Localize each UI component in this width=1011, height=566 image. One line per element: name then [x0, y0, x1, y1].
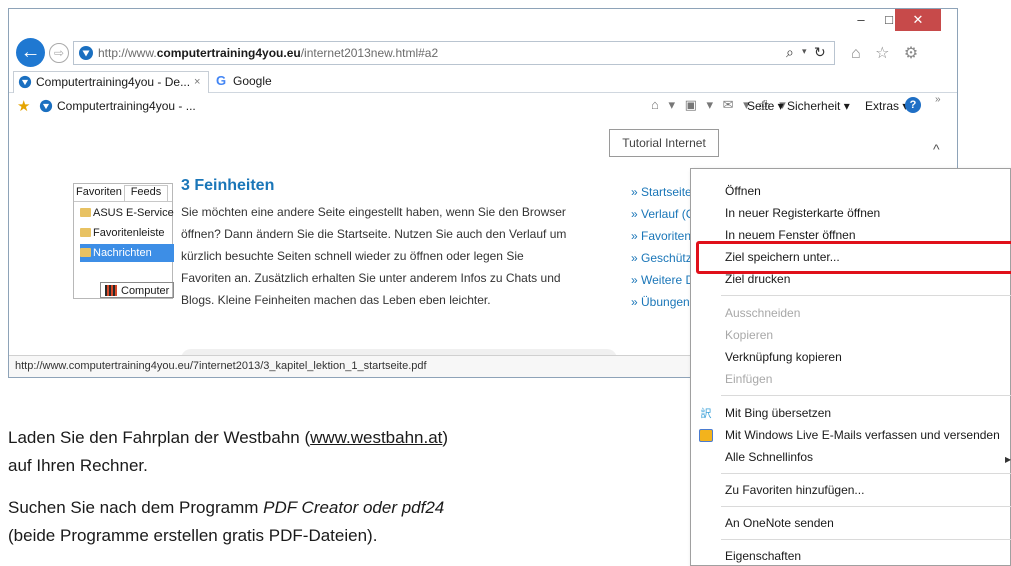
- site-favicon-icon: [18, 75, 32, 89]
- menu-separator: [721, 473, 1011, 474]
- side-links: » Startseite » Verlauf (C » Favoriten » …: [631, 181, 694, 313]
- more-commands-icon[interactable]: »: [935, 94, 941, 105]
- menu-item-copy-shortcut[interactable]: Verknüpfung kopieren: [725, 350, 842, 364]
- site-shield-icon: [79, 46, 93, 60]
- tooltip: Tutorial Internet: [609, 129, 719, 157]
- tab-close-icon[interactable]: ×: [194, 72, 200, 92]
- menu-item-send-to-onenote[interactable]: An OneNote senden: [725, 516, 834, 530]
- tab-label: Computertraining4you - De...: [36, 75, 191, 89]
- back-button[interactable]: ←: [16, 38, 45, 67]
- seite-menu[interactable]: Seite ▾: [747, 99, 784, 113]
- bing-translate-icon: 訳: [700, 408, 712, 420]
- favorites-star-icon[interactable]: ★: [17, 97, 30, 115]
- minimize-button[interactable]: –: [847, 9, 875, 31]
- menu-item-bing-translate[interactable]: Mit Bing übersetzen: [725, 406, 831, 420]
- folder-icon: [80, 248, 91, 257]
- close-button[interactable]: ✕: [895, 9, 941, 31]
- westbahn-link[interactable]: www.westbahn.at: [310, 428, 442, 447]
- side-link[interactable]: » Favoriten: [631, 225, 694, 247]
- menu-item-open-new-tab[interactable]: In neuer Registerkarte öffnen: [725, 206, 880, 220]
- highlight-box: [696, 241, 1011, 274]
- favorites-panel-tab: Favoriten: [76, 186, 122, 198]
- address-url[interactable]: http://www.computertraining4you.eu/inter…: [98, 46, 438, 60]
- tab-label: Google: [233, 74, 272, 88]
- tab-computertraining[interactable]: Computertraining4you - De... ×: [13, 71, 209, 93]
- folder-icon: [80, 208, 91, 217]
- scroll-up-icon[interactable]: ^: [933, 141, 940, 157]
- menu-item-copy: Kopieren: [725, 328, 774, 342]
- menu-item-open[interactable]: Öffnen: [725, 184, 761, 198]
- side-link[interactable]: » Weitere D: [631, 269, 694, 291]
- tab-bar: Computertraining4you - De... × G Google: [9, 69, 957, 93]
- address-bar[interactable]: http://www.computertraining4you.eu/inter…: [73, 41, 835, 65]
- menu-item-print-target[interactable]: Ziel drucken: [725, 272, 790, 286]
- menu-item-all-accelerators[interactable]: Alle Schnellinfos: [725, 450, 813, 464]
- home-favorites-settings-icons[interactable]: ⌂ ☆ ⚙: [851, 43, 923, 63]
- google-icon: G: [216, 73, 227, 88]
- title-bar: – □ ✕: [9, 9, 957, 37]
- menu-separator: [721, 506, 1011, 507]
- instruction-line-1: Laden Sie den Fahrplan der Westbahn (www…: [8, 428, 449, 447]
- side-link[interactable]: » Übungen: [631, 291, 694, 313]
- address-dropdown-icon[interactable]: ▾: [802, 46, 807, 57]
- favorites-panel-image: Favoriten Feeds ASUS E-Service Favoriten…: [73, 183, 174, 299]
- help-icon[interactable]: ?: [905, 97, 921, 113]
- favorites-panel-tabs: Favoriten Feeds: [74, 184, 172, 202]
- menu-item-properties[interactable]: Eigenschaften: [725, 549, 801, 563]
- tab-google[interactable]: G Google: [211, 71, 331, 93]
- menu-item-cut: Ausschneiden: [725, 306, 801, 320]
- menu-item-windows-live-mail[interactable]: Mit Windows Live E-Mails verfassen und v…: [725, 428, 1000, 442]
- context-menu: Öffnen In neuer Registerkarte öffnen In …: [690, 168, 1011, 566]
- side-link[interactable]: » Startseite: [631, 181, 694, 203]
- instruction-line-4: (beide Programme erstellen gratis PDF-Da…: [8, 526, 378, 545]
- menu-separator: [721, 539, 1011, 540]
- section-title: 3 Feinheiten: [181, 177, 275, 194]
- extras-menu[interactable]: Extras ▾: [865, 99, 908, 113]
- favorites-bar: ★ Computertraining4you - ... ⌂ ▾ ▣ ▾ ✉ ▾…: [9, 94, 957, 118]
- menu-separator: [721, 395, 1011, 396]
- favorites-folder-selected: Nachrichten: [80, 244, 174, 262]
- favorites-pdf-item: Computer: [100, 282, 174, 298]
- side-link[interactable]: » Geschütz: [631, 247, 694, 269]
- side-link[interactable]: » Verlauf (C: [631, 203, 694, 225]
- submenu-arrow-icon: ▶: [1005, 455, 1011, 464]
- forward-button[interactable]: ⇨: [49, 43, 69, 63]
- windows-live-mail-icon: [699, 429, 713, 442]
- instruction-line-3: Suchen Sie nach dem Programm PDF Creator…: [8, 498, 445, 517]
- section-paragraph: Sie möchten eine andere Seite eingestell…: [181, 205, 567, 307]
- favorites-folder: ASUS E-Service: [80, 204, 174, 222]
- menu-item-open-new-window[interactable]: In neuem Fenster öffnen: [725, 228, 856, 242]
- feeds-panel-tab: Feeds: [124, 185, 168, 201]
- pdf-icon: [105, 285, 117, 296]
- favorites-folder: Favoritenleiste: [80, 224, 174, 242]
- folder-icon: [80, 228, 91, 237]
- instruction-line-2: auf Ihren Rechner.: [8, 456, 148, 475]
- menu-item-add-to-favorites[interactable]: Zu Favoriten hinzufügen...: [725, 483, 864, 497]
- address-row: ← ⇨ http://www.computertraining4you.eu/i…: [9, 38, 957, 68]
- search-icon[interactable]: ⌕: [786, 44, 794, 61]
- site-favicon-icon: [39, 99, 53, 113]
- menu-separator: [721, 295, 1011, 296]
- sicherheit-menu[interactable]: Sicherheit ▾: [787, 99, 850, 113]
- refresh-icon[interactable]: ↻: [814, 44, 826, 61]
- menu-item-paste: Einfügen: [725, 372, 773, 386]
- favorites-bar-item[interactable]: Computertraining4you - ...: [57, 99, 196, 113]
